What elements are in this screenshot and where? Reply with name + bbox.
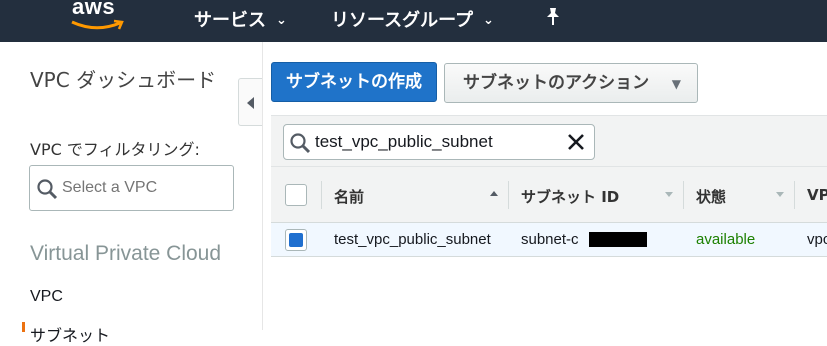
chevron-down-icon: ⌄	[483, 13, 494, 28]
column-divider	[683, 181, 684, 209]
sort-icon[interactable]	[776, 192, 784, 197]
column-divider	[794, 181, 795, 209]
cell-subnet-id: subnet-c	[521, 231, 579, 248]
row-checkbox[interactable]	[285, 229, 307, 251]
column-header-name[interactable]: 名前	[334, 186, 364, 207]
sort-asc-icon[interactable]	[490, 191, 498, 196]
main-content: サブネットの作成 サブネットのアクション ▼ 名前 サブネット ID 状態	[263, 42, 827, 330]
sidebar-collapse-toggle[interactable]	[238, 78, 262, 126]
sidebar-title[interactable]: VPC ダッシュボード	[30, 66, 230, 94]
search-box[interactable]	[283, 124, 595, 160]
active-indicator	[22, 322, 25, 332]
column-divider	[508, 181, 509, 209]
vpc-filter-label: VPC でフィルタリング:	[30, 140, 200, 159]
sidebar: VPC ダッシュボード VPC でフィルタリング: Virtual Privat…	[0, 42, 263, 345]
vpc-section-heading: Virtual Private Cloud	[30, 242, 222, 265]
column-header-state[interactable]: 状態	[696, 186, 726, 207]
checkbox-checked-indicator	[289, 233, 303, 247]
vpc-select-input[interactable]	[62, 176, 227, 200]
sidebar-item-subnets[interactable]: サブネット	[30, 322, 110, 346]
sidebar-item-vpc[interactable]: VPC	[30, 288, 63, 306]
column-header-vpc[interactable]: VP	[807, 186, 827, 204]
resource-groups-label: リソースグループ	[331, 10, 474, 31]
cell-name: test_vpc_public_subnet	[334, 231, 491, 248]
column-divider	[321, 181, 322, 209]
pin-icon[interactable]	[545, 7, 561, 27]
vpc-select[interactable]	[29, 165, 234, 211]
chevron-down-icon: ⌄	[276, 13, 287, 28]
cell-state: available	[696, 231, 756, 248]
top-navigation: aws サービス ⌄ リソースグループ ⌄	[0, 0, 827, 42]
subnet-actions-label: サブネットのアクション	[463, 73, 650, 93]
aws-logo[interactable]: aws	[72, 0, 115, 20]
redaction-box	[589, 232, 647, 247]
resource-groups-menu[interactable]: リソースグループ ⌄	[331, 6, 494, 32]
chevron-left-icon	[247, 97, 254, 109]
table-row[interactable]: test_vpc_public_subnet subnet-c availabl…	[271, 223, 827, 257]
column-header-subnet-id[interactable]: サブネット ID	[521, 186, 619, 207]
create-subnet-button[interactable]: サブネットの作成	[271, 62, 437, 102]
filter-toolbar	[271, 115, 827, 167]
select-all-checkbox[interactable]	[285, 184, 307, 206]
services-label: サービス	[194, 10, 266, 31]
search-input[interactable]	[315, 131, 555, 153]
search-icon	[290, 133, 311, 154]
cell-vpc: vpc	[807, 231, 827, 248]
table-header: 名前 サブネット ID 状態 VP	[271, 167, 827, 223]
services-menu[interactable]: サービス ⌄	[194, 6, 287, 32]
subnet-actions-button[interactable]: サブネットのアクション ▼	[444, 63, 698, 103]
search-icon	[37, 179, 58, 200]
close-icon[interactable]	[566, 132, 586, 152]
chevron-down-icon: ▼	[671, 77, 681, 91]
sort-icon[interactable]	[665, 192, 673, 197]
aws-smile-icon	[71, 19, 124, 30]
